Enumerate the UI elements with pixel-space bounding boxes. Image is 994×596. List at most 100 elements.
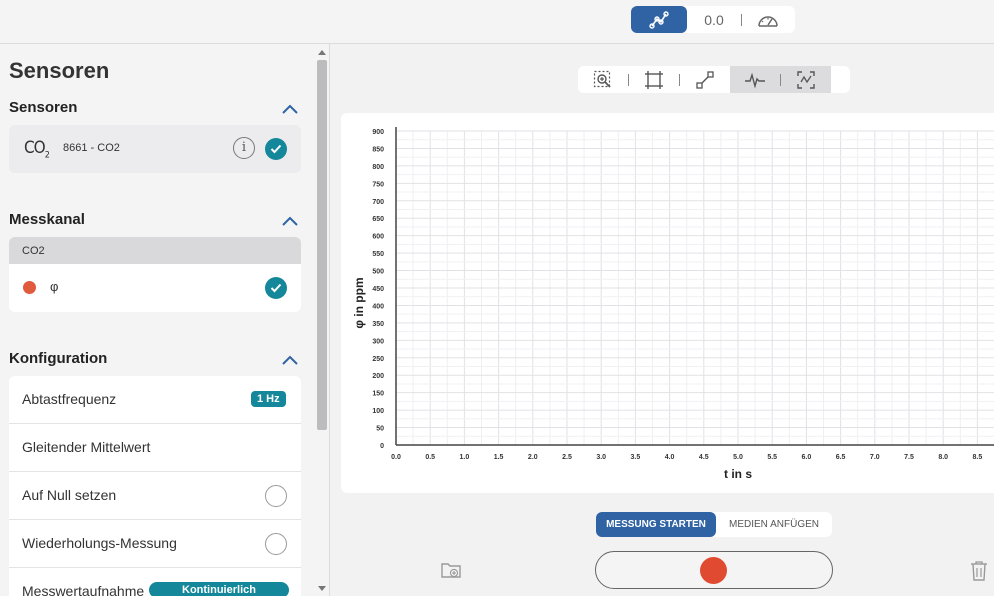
- config-card: Abtastfrequenz 1 Hz Gleitender Mittelwer…: [9, 376, 301, 596]
- chart-panel[interactable]: 0 50 100 150 200 250 300 350 400 450 500 550 600 650 7…: [341, 113, 994, 493]
- x-tick-label: 4.5: [699, 454, 709, 461]
- y-tick-label: 350: [372, 321, 384, 328]
- section-config-title: Konfiguration: [9, 350, 108, 367]
- gauge-view-button[interactable]: [742, 12, 794, 28]
- record-icon: [700, 557, 727, 584]
- sidebar: Sensoren Sensoren CO2 8661 - CO2 i Messk…: [0, 44, 330, 596]
- config-label: Wiederholungs-Messung: [22, 535, 177, 551]
- zoom-button[interactable]: [578, 66, 628, 93]
- y-tick-label: 50: [376, 426, 384, 433]
- value-view-button[interactable]: 0.0: [687, 12, 741, 28]
- sensor-selected-check-icon[interactable]: [265, 138, 287, 160]
- y-tick-label: 100: [372, 408, 384, 415]
- x-tick-label: 4.0: [665, 454, 675, 461]
- record-button[interactable]: [595, 551, 833, 589]
- x-tick-label: 8.0: [938, 454, 948, 461]
- x-tick-label: 0.5: [425, 454, 435, 461]
- y-tick-label: 0: [380, 443, 384, 450]
- channel-selected-check-icon[interactable]: [265, 277, 287, 299]
- y-tick-label: 700: [372, 199, 384, 206]
- line-segment-icon: [696, 70, 714, 89]
- config-label: Messwertaufnahme: [22, 583, 145, 596]
- scroll-thumb[interactable]: [317, 60, 327, 430]
- mode-switch: MESSUNG STARTEN MEDIEN ANFÜGEN: [596, 512, 832, 537]
- config-row-sampling-rate[interactable]: Abtastfrequenz 1 Hz: [9, 376, 301, 424]
- measurement-chart[interactable]: 0 50 100 150 200 250 300 350 400 450 500 550 600 650 7…: [341, 113, 994, 493]
- y-tick-label: 600: [372, 234, 384, 241]
- y-tick-label: 850: [372, 146, 384, 153]
- checkmark-icon: [270, 283, 282, 293]
- config-row-repeat-measurement[interactable]: Wiederholungs-Messung: [9, 520, 301, 568]
- signal-button[interactable]: [730, 66, 780, 93]
- view-switch: 0.0: [631, 6, 795, 33]
- x-tick-label: 1.5: [494, 454, 504, 461]
- channel-card: CO2 φ: [9, 237, 301, 312]
- fit-view-button[interactable]: [781, 66, 831, 93]
- chevron-up-icon[interactable]: [280, 353, 300, 367]
- sidebar-title: Sensoren: [9, 58, 110, 83]
- gauge-icon: [758, 15, 778, 27]
- channel-label[interactable]: φ: [50, 279, 58, 294]
- section-channel-title: Messkanal: [9, 211, 85, 228]
- checkmark-icon: [270, 144, 282, 154]
- top-bar: 0.0: [0, 0, 994, 44]
- y-axis-label: φ in ppm: [352, 277, 366, 328]
- x-tick-label: 3.0: [596, 454, 606, 461]
- sensor-name: 8661 - CO2: [63, 142, 120, 154]
- channel-color-dot: [23, 281, 36, 294]
- co2-icon-text: CO: [24, 138, 46, 158]
- y-tick-label: 150: [372, 391, 384, 398]
- sensor-card[interactable]: CO2 8661 - CO2 i: [9, 125, 301, 173]
- x-tick-label: 6.0: [802, 454, 812, 461]
- trash-icon[interactable]: [969, 560, 989, 582]
- chevron-up-icon[interactable]: [280, 102, 300, 116]
- x-axis-label: t in s: [724, 467, 752, 481]
- info-icon[interactable]: i: [233, 137, 255, 159]
- y-tick-label: 650: [372, 216, 384, 223]
- sidebar-scrollbar[interactable]: [315, 44, 329, 596]
- config-row-acquisition-mode[interactable]: Messwertaufnahme Kontinuierlich: [9, 568, 301, 596]
- x-tick-label: 7.5: [904, 454, 914, 461]
- x-tick-label: 2.5: [562, 454, 572, 461]
- y-tick-label: 400: [372, 303, 384, 310]
- y-tick-label: 800: [372, 164, 384, 171]
- section-sensors-title: Sensoren: [9, 99, 78, 116]
- x-tick-label: 7.0: [870, 454, 880, 461]
- x-tick-label: 0.0: [391, 454, 401, 461]
- x-tick-label: 8.5: [973, 454, 983, 461]
- repeat-toggle-radio[interactable]: [265, 533, 287, 555]
- y-tick-label: 250: [372, 356, 384, 363]
- zoom-select-icon: [593, 70, 611, 88]
- config-label: Gleitender Mittelwert: [22, 439, 151, 455]
- crop-frame-icon: [645, 70, 663, 89]
- config-label: Auf Null setzen: [22, 487, 117, 503]
- attach-media-tab[interactable]: MEDIEN ANFÜGEN: [716, 512, 832, 537]
- y-tick-label: 900: [372, 129, 384, 136]
- chart-toolbar: [578, 66, 850, 93]
- crop-button[interactable]: [629, 66, 679, 93]
- config-row-zero[interactable]: Auf Null setzen: [9, 472, 301, 520]
- config-row-moving-average[interactable]: Gleitender Mittelwert: [9, 424, 301, 472]
- x-tick-label: 5.0: [733, 454, 743, 461]
- waveform-icon: [745, 72, 765, 89]
- x-tick-label: 2.0: [528, 454, 538, 461]
- autoscale-icon: [797, 70, 815, 89]
- y-tick-label: 750: [372, 181, 384, 188]
- scroll-up-arrow-icon[interactable]: [318, 50, 326, 55]
- chevron-up-icon[interactable]: [280, 214, 300, 228]
- x-tick-label: 1.0: [460, 454, 470, 461]
- folder-add-icon[interactable]: [440, 560, 462, 580]
- acquisition-mode-badge[interactable]: Kontinuierlich: [149, 582, 289, 596]
- x-tick-label: 5.5: [767, 454, 777, 461]
- graph-view-button[interactable]: [631, 6, 687, 33]
- co2-icon-subscript: 2: [44, 150, 50, 161]
- zero-toggle-radio[interactable]: [265, 485, 287, 507]
- sampling-rate-badge[interactable]: 1 Hz: [251, 391, 286, 407]
- x-tick-label: 6.5: [836, 454, 846, 461]
- config-label: Abtastfrequenz: [22, 391, 117, 407]
- y-tick-label: 300: [372, 338, 384, 345]
- start-measurement-tab[interactable]: MESSUNG STARTEN: [596, 512, 716, 537]
- connect-points-button[interactable]: [680, 66, 730, 93]
- channel-header: CO2: [9, 237, 301, 264]
- scroll-down-arrow-icon[interactable]: [318, 586, 326, 591]
